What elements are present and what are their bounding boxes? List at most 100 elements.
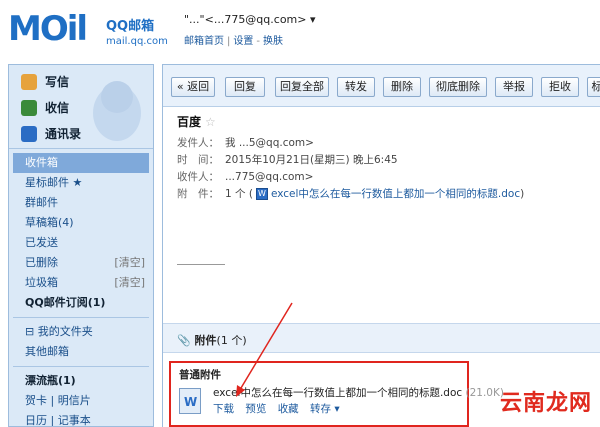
- account-links: 邮箱首页 | 设置 - 换肤: [184, 32, 283, 47]
- folder-spam[interactable]: 垃圾箱 [清空]: [9, 273, 153, 293]
- my-folders-toggle[interactable]: ⊟ 我的文件夹: [9, 322, 153, 342]
- folder-sent[interactable]: 已发送: [9, 233, 153, 253]
- logo-text: QQ邮箱 mail.qq.com: [106, 15, 186, 47]
- compose-label: 写信: [45, 75, 70, 89]
- time-row: 时 间： 2015年10月21日(星期三) 晚上6:45: [177, 152, 398, 167]
- contacts-button[interactable]: 通讯录: [21, 125, 81, 142]
- sidebar: 写信 收信 通讯录 收件箱 星标邮件 ★ 群邮件 草稿箱(4) 已发送 已删除 […: [8, 64, 154, 427]
- attach-label: 附 件：: [177, 188, 219, 200]
- tool-label: 贺卡 | 明信片: [25, 394, 91, 407]
- time-value: 2015年10月21日(星期三) 晚上6:45: [225, 154, 398, 166]
- star-icon[interactable]: ☆: [205, 115, 216, 129]
- attachment-card: 普通附件 excel中怎么在每一行数值上都加一个相同的标题.doc (21.0K…: [169, 361, 504, 427]
- subject-text: 百度: [177, 115, 202, 129]
- folder-starred[interactable]: 星标邮件 ★: [9, 173, 153, 193]
- divider: [13, 366, 149, 367]
- attachments-count: (1 个): [216, 334, 247, 347]
- link-skin[interactable]: 换肤: [263, 36, 283, 47]
- word-doc-icon: W: [255, 188, 268, 200]
- permanent-delete-button[interactable]: 彻底删除: [429, 77, 487, 97]
- folder-label: 星标邮件 ★: [25, 176, 83, 189]
- account-email: "..."<...775@qq.com>: [184, 13, 307, 26]
- attachments-header: 📎 附件(1 个): [163, 323, 600, 353]
- sender-row: 发件人： 我 ...5@qq.com>: [177, 135, 314, 150]
- from-value[interactable]: 我 ...5@qq.com>: [225, 137, 314, 149]
- file-name: excel中怎么在每一行数值上都加一个相同的标题.doc: [213, 387, 463, 399]
- forward-button[interactable]: 转发: [337, 77, 375, 97]
- clear-spam-link[interactable]: [清空]: [114, 273, 145, 293]
- link-home[interactable]: 邮箱首页: [184, 36, 224, 47]
- save-to-link[interactable]: 转存 ▾: [310, 403, 340, 415]
- file-size: (21.0K): [465, 387, 504, 399]
- drift-bottle-link[interactable]: 漂流瓶(1): [9, 371, 153, 391]
- to-value[interactable]: ...775@qq.com>: [225, 171, 313, 183]
- logo-cn: QQ邮箱: [106, 19, 155, 34]
- attachments-title: 📎 附件(1 个): [177, 332, 247, 348]
- account-name[interactable]: "..."<...775@qq.com> ▾: [184, 13, 316, 26]
- pencil-icon: [21, 73, 37, 90]
- compose-button[interactable]: 写信: [21, 73, 69, 90]
- email-subject: 百度 ☆: [177, 113, 216, 130]
- other-mailboxes[interactable]: 其他邮箱: [9, 342, 153, 362]
- folder-label: 群邮件: [25, 196, 58, 209]
- folder-label: 收件箱: [25, 156, 58, 169]
- divider: [13, 317, 149, 318]
- qq-mail-logo[interactable]: MOil: [8, 9, 88, 49]
- attachments-label: 附件: [194, 334, 217, 347]
- attach-count: 1 个 (: [225, 188, 253, 200]
- folder-inbox[interactable]: 收件箱: [13, 153, 149, 173]
- reject-button[interactable]: 拒收: [541, 77, 579, 97]
- folder-label: 垃圾箱: [25, 276, 58, 289]
- report-button[interactable]: 举报: [495, 77, 533, 97]
- normal-attachments-title: 普通附件: [179, 369, 221, 381]
- folder-label: 已发送: [25, 236, 58, 249]
- folder-group[interactable]: 群邮件: [9, 193, 153, 213]
- download-link[interactable]: 下载: [213, 403, 234, 415]
- mail-view: « 返回 回复 回复全部 转发 删除 彻底删除 举报 拒收 标 百度☆ 发件人：…: [162, 64, 600, 427]
- to-label: 收件人：: [177, 171, 219, 183]
- sidebar-top-buttons: 写信 收信 通讯录: [9, 65, 153, 149]
- link-settings[interactable]: 设置: [233, 36, 253, 47]
- recipient-row: 收件人： ...775@qq.com>: [177, 169, 313, 184]
- word-file-icon: [179, 388, 201, 414]
- back-button[interactable]: « 返回: [171, 77, 215, 97]
- folder-label: ⊟ 我的文件夹: [25, 325, 93, 338]
- logo-url: mail.qq.com: [106, 36, 168, 47]
- receive-label: 收信: [45, 101, 70, 115]
- tool-label: 日历 | 记事本: [25, 414, 91, 427]
- attachment-actions: 下载 预览 收藏 转存 ▾: [213, 401, 348, 416]
- paperclip-icon: 📎: [177, 334, 191, 347]
- inbox-download-icon: [21, 99, 37, 116]
- folder-label: 已删除: [25, 256, 58, 269]
- folder-deleted[interactable]: 已删除 [清空]: [9, 253, 153, 273]
- account-dropdown-icon[interactable]: ▾: [310, 13, 316, 26]
- attachment-row: 附 件： 1 个 (Wexcel中怎么在每一行数值上都加一个相同的标题.doc): [177, 186, 524, 201]
- time-label: 时 间：: [177, 154, 219, 166]
- contacts-icon: [21, 125, 37, 142]
- logo-mark: MOil: [8, 9, 88, 49]
- receive-button[interactable]: 收信: [21, 99, 69, 116]
- delete-button[interactable]: 删除: [383, 77, 421, 97]
- calendar-link[interactable]: 日历 | 记事本: [9, 411, 153, 427]
- folder-label: QQ邮件订阅(1): [25, 296, 106, 309]
- attach-close: ): [520, 188, 525, 200]
- reply-button[interactable]: 回复: [225, 77, 265, 97]
- preview-link[interactable]: 预览: [245, 403, 266, 415]
- folder-label: 其他邮箱: [25, 345, 69, 358]
- attachment-link[interactable]: excel中怎么在每一行数值上都加一个相同的标题.doc: [271, 188, 520, 200]
- header: MOil QQ邮箱 mail.qq.com "..."<...775@qq.co…: [0, 0, 600, 62]
- tool-label: 漂流瓶(1): [25, 374, 76, 387]
- from-label: 发件人：: [177, 137, 219, 149]
- folder-subscriptions[interactable]: QQ邮件订阅(1): [9, 293, 153, 313]
- cards-link[interactable]: 贺卡 | 明信片: [9, 391, 153, 411]
- separator: -: [256, 36, 260, 47]
- folder-list: 收件箱 星标邮件 ★ 群邮件 草稿箱(4) 已发送 已删除 [清空] 垃圾箱 [清空…: [9, 149, 153, 427]
- clear-deleted-link[interactable]: [清空]: [114, 253, 145, 273]
- mark-button[interactable]: 标: [587, 77, 600, 97]
- folder-drafts[interactable]: 草稿箱(4): [9, 213, 153, 233]
- folder-label: 草稿箱(4): [25, 216, 74, 229]
- attachment-file-name: excel中怎么在每一行数值上都加一个相同的标题.doc (21.0K): [213, 385, 504, 400]
- reply-all-button[interactable]: 回复全部: [275, 77, 329, 97]
- favorite-link[interactable]: 收藏: [278, 403, 299, 415]
- penguin-watermark-icon: [93, 81, 141, 141]
